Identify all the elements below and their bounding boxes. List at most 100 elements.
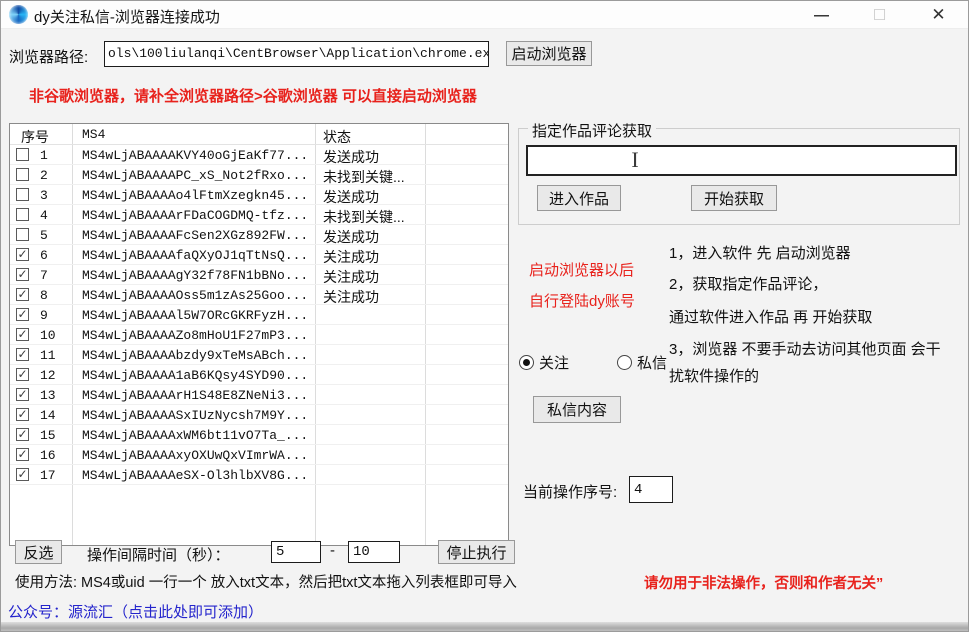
app-window: dy关注私信-浏览器连接成功 — ☐ ✕ 浏览器路径: ols\100liula… [0,0,969,632]
row-checkbox[interactable]: ✓ [16,448,29,461]
app-logo-icon [9,5,28,24]
row-checkbox[interactable] [16,208,29,221]
close-button[interactable]: ✕ [916,1,961,29]
interval-max-input[interactable]: 10 [348,541,400,563]
table-row[interactable]: 1MS4wLjABAAAAKVY40oGjEaKf77...发送成功 [10,145,508,165]
row-number: 17 [40,468,56,483]
table-row[interactable]: ✓ 17 MS4wLjABAAAAeSX-Ol3hlbXV8G... [10,465,508,485]
table-row[interactable]: 3MS4wLjABAAAAo4lFtmXzegkn45...发送成功 [10,185,508,205]
current-index-input[interactable]: 4 [629,476,673,503]
dm-radio[interactable] [617,355,632,370]
enter-work-button[interactable]: 进入作品 [537,185,621,211]
row-checkbox[interactable] [16,188,29,201]
follow-radio-label: 关注 [539,352,569,373]
row-ms4-value: MS4wLjABAAAAfaQXyOJ1qTtNsQ... [82,248,308,263]
row-number: 7 [40,268,48,283]
row-checkbox[interactable]: ✓ [16,428,29,441]
browser-path-label: 浏览器路径: [9,46,88,67]
table-row[interactable]: ✓9MS4wLjABAAAAl5W7ORcGKRFyzH... [10,305,508,325]
row-checkbox[interactable]: ✓ [16,348,29,361]
row-ms4-value: MS4wLjABAAAAZo8mHoU1F27mP3... [82,328,308,343]
browser-notice-text: 非谷歌浏览器，请补全浏览器路径>谷歌浏览器 可以直接启动浏览器 [29,85,477,106]
invert-selection-button[interactable]: 反选 [15,540,62,564]
table-row[interactable]: 5MS4wLjABAAAAFcSen2XGz892FW...发送成功 [10,225,508,245]
wechat-account-link[interactable]: 公众号：源流汇（点击此处即可添加） [8,601,263,622]
row-number: 12 [40,368,56,383]
row-number: 11 [40,348,56,363]
table-row[interactable]: ✓8MS4wLjABAAAAOss5m1zAs25Goo...关注成功 [10,285,508,305]
row-checkbox[interactable]: ✓ [16,268,29,281]
table-row[interactable]: ✓7MS4wLjABAAAAgY32f78FN1bBNo...关注成功 [10,265,508,285]
row-ms4-value: MS4wLjABAAAA1aB6KQsy4SYD90... [82,368,308,383]
window-title: dy关注私信-浏览器连接成功 [34,6,220,27]
table-row[interactable]: ✓ 12 MS4wLjABAAAA1aB6KQsy4SYD90... [10,365,508,385]
table-row[interactable]: ✓14MS4wLjABAAAASxIUzNycsh7M9Y... [10,405,508,425]
instruction-line: 扰软件操作的 [669,365,759,386]
row-number: 6 [40,248,48,263]
table-row[interactable]: ✓16MS4wLjABAAAAxyOXUwQxVImrWA... [10,445,508,465]
dm-content-button[interactable]: 私信内容 [533,396,621,423]
table-row[interactable]: ✓ 15 MS4wLjABAAAAxWM6bt11vO7Ta_... [10,425,508,445]
row-number: 10 [40,328,56,343]
instruction-line: 2，获取指定作品评论， [669,273,827,294]
dm-radio-label: 私信 [637,352,667,373]
maximize-button[interactable]: ☐ [857,1,902,29]
ms4-list[interactable]: 序号 MS4 状态 1MS4wLjABAAAAKVY40oGjEaKf77...… [9,123,509,546]
table-row[interactable]: ✓ 6 MS4wLjABAAAAfaQXyOJ1qTtNsQ... 关注成功 [10,245,508,265]
minimize-button[interactable]: — [799,1,844,29]
row-status: 发送成功 [323,147,379,167]
browser-path-input[interactable]: ols\100liulanqi\CentBrowser\Application\… [104,41,489,67]
row-status: 未找到关键... [323,167,405,187]
row-number: 2 [40,168,48,183]
row-checkbox[interactable]: ✓ [16,248,29,261]
interval-min-input[interactable]: 5 [271,541,321,563]
row-ms4-value: MS4wLjABAAAAFcSen2XGz892FW... [82,228,308,243]
row-checkbox[interactable]: ✓ [16,468,29,481]
row-checkbox[interactable] [16,168,29,181]
row-checkbox[interactable]: ✓ [16,408,29,421]
row-ms4-value: MS4wLjABAAAAKVY40oGjEaKf77... [82,148,308,163]
row-number: 4 [40,208,48,223]
row-ms4-value: MS4wLjABAAAArFDaCOGDMQ-tfz... [82,208,308,223]
stop-execution-button[interactable]: 停止执行 [438,540,515,564]
mode-radio-group: 关注 私信 [519,352,667,373]
follow-radio[interactable] [519,355,534,370]
table-row[interactable]: 4MS4wLjABAAAArFDaCOGDMQ-tfz...未找到关键... [10,205,508,225]
row-number: 3 [40,188,48,203]
text-cursor-icon: I [629,148,641,172]
row-checkbox[interactable] [16,228,29,241]
row-ms4-value: MS4wLjABAAAAxWM6bt11vO7Ta_... [82,428,308,443]
window-bottom-edge [1,622,968,632]
row-checkbox[interactable]: ✓ [16,368,29,381]
start-fetch-button[interactable]: 开始获取 [691,185,777,211]
row-checkbox[interactable]: ✓ [16,328,29,341]
launch-browser-button[interactable]: 启动浏览器 [506,41,592,66]
row-ms4-value: MS4wLjABAAAAbzdy9xTeMsABch... [82,348,308,363]
row-ms4-value: MS4wLjABAAAAeSX-Ol3hlbXV8G... [82,468,308,483]
instruction-line: 1，进入软件 先 启动浏览器 [669,242,851,263]
row-checkbox[interactable]: ✓ [16,388,29,401]
row-ms4-value: MS4wLjABAAAAOss5m1zAs25Goo... [82,288,308,303]
current-index-label: 当前操作序号: [523,481,617,502]
row-ms4-value: MS4wLjABAAAAgY32f78FN1bBNo... [82,268,308,283]
launch-note-line1: 启动浏览器以后 [529,259,634,280]
table-row[interactable]: ✓ 13 MS4wLjABAAAArH1S48E8ZNeNi3... [10,385,508,405]
table-row[interactable]: 2 MS4wLjABAAAAPC_xS_Not2fRxo... 未找到关键... [10,165,508,185]
launch-note-line2: 自行登陆dy账号 [529,290,635,311]
row-status: 关注成功 [323,247,379,267]
table-row[interactable]: ✓ 11 MS4wLjABAAAAbzdy9xTeMsABch... [10,345,508,365]
row-ms4-value: MS4wLjABAAAAPC_xS_Not2fRxo... [82,168,308,183]
interval-dash: - [330,542,335,559]
row-ms4-value: MS4wLjABAAAArH1S48E8ZNeNi3... [82,388,308,403]
work-url-input[interactable] [526,145,957,176]
row-checkbox[interactable] [16,148,29,161]
row-checkbox[interactable]: ✓ [16,288,29,301]
table-row[interactable]: ✓ 10 MS4wLjABAAAAZo8mHoU1F27mP3... [10,325,508,345]
row-number: 13 [40,388,56,403]
row-checkbox[interactable]: ✓ [16,308,29,321]
row-status: 关注成功 [323,287,379,307]
row-number: 15 [40,428,56,443]
row-ms4-value: MS4wLjABAAAAxyOXUwQxVImrWA... [82,448,308,463]
usage-instructions: 使用方法: MS4或uid 一行一个 放入txt文本，然后把txt文本拖入列表框… [15,571,517,592]
row-status: 发送成功 [323,227,379,247]
